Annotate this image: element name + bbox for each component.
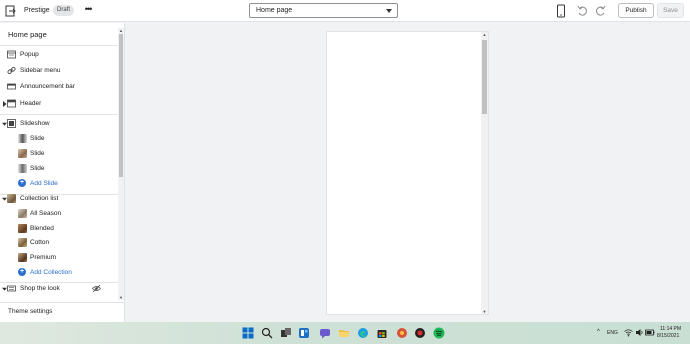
collection-thumbnail: [18, 224, 27, 233]
volume-icon[interactable]: [635, 328, 644, 337]
tray-chevron-up-icon[interactable]: ^: [597, 329, 600, 335]
edge-browser-icon[interactable]: [357, 327, 369, 339]
block-label: Premium: [30, 254, 57, 261]
preview-scrollbar[interactable]: ▲ ▼: [481, 32, 488, 314]
block-label: Slide: [30, 150, 45, 157]
shop-the-look-icon: [7, 285, 16, 292]
theme-settings-label: Theme settings: [8, 308, 53, 315]
section-label: Shop the look: [20, 285, 60, 292]
popup-icon: [7, 50, 16, 59]
app-icon[interactable]: [396, 327, 408, 339]
scroll-down-arrow-icon[interactable]: ▼: [481, 309, 488, 314]
announcement-icon: [7, 83, 16, 90]
block-collection[interactable]: Premium: [0, 251, 116, 265]
scroll-up-arrow-icon[interactable]: ▲: [481, 32, 488, 37]
block-label: Cotton: [30, 239, 50, 246]
section-popup[interactable]: Popup: [0, 48, 116, 62]
page-preview-frame[interactable]: ▲ ▼: [326, 31, 489, 315]
section-header[interactable]: Header: [0, 97, 116, 111]
top-bar: Prestige Draft ••• Home page Publish Sav…: [0, 0, 690, 22]
exit-icon[interactable]: [5, 5, 16, 17]
save-button[interactable]: Save: [657, 3, 684, 18]
windows-start-icon[interactable]: [242, 327, 254, 339]
add-collection-button[interactable]: + Add Collection: [0, 266, 116, 280]
windows-taskbar: ^ ENG 11:14 PM 8/15/2021: [0, 322, 690, 344]
chat-icon[interactable]: [319, 327, 331, 339]
eye-hidden-icon[interactable]: [92, 284, 101, 293]
scroll-up-arrow-icon[interactable]: ▲: [118, 28, 124, 33]
section-sidebar-menu[interactable]: Sidebar menu: [0, 64, 116, 78]
microsoft-store-icon[interactable]: [376, 327, 388, 339]
section-announcement-bar[interactable]: Announcement bar: [0, 80, 116, 94]
draft-badge: Draft: [53, 5, 75, 16]
clock-date[interactable]: 8/15/2021: [657, 333, 679, 339]
collection-thumbnail: [18, 238, 27, 247]
preview-scrollbar-thumb[interactable]: [482, 40, 487, 114]
collection-list-thumbnail: [7, 194, 16, 203]
publish-button[interactable]: Publish: [618, 3, 654, 18]
undo-icon[interactable]: [577, 5, 589, 17]
battery-icon[interactable]: [645, 328, 655, 337]
theme-settings-button[interactable]: Theme settings: [0, 302, 125, 322]
collection-thumbnail: [18, 253, 27, 262]
block-slide[interactable]: Slide: [0, 132, 116, 146]
header-icon: [7, 99, 16, 108]
app-icon[interactable]: [414, 327, 426, 339]
block-collection[interactable]: All Season: [0, 207, 116, 221]
sidebar-scrollbar-thumb[interactable]: [119, 34, 123, 177]
section-slideshow[interactable]: Slideshow: [0, 117, 116, 131]
block-label: Slide: [30, 135, 45, 142]
block-slide[interactable]: Slide: [0, 147, 116, 161]
block-label: Slide: [30, 165, 45, 172]
scroll-down-arrow-icon[interactable]: ▼: [118, 295, 124, 300]
add-collection-label: Add Collection: [30, 269, 72, 276]
link-icon: [7, 67, 16, 74]
block-collection[interactable]: Cotton: [0, 236, 116, 250]
section-label: Header: [20, 100, 42, 107]
block-label: Blended: [30, 225, 54, 232]
slideshow-icon: [7, 119, 16, 128]
section-label: Collection list: [20, 195, 59, 202]
add-slide-button[interactable]: + Add Slide: [0, 177, 116, 191]
plus-circle-icon: +: [18, 268, 26, 276]
section-label: Popup: [20, 51, 39, 58]
mobile-preview-icon[interactable]: [556, 4, 566, 18]
search-icon[interactable]: [261, 327, 273, 339]
file-explorer-icon[interactable]: [338, 327, 350, 339]
sidebar-title: Home page: [8, 30, 47, 39]
sidebar-scrollbar[interactable]: ▲ ▼: [118, 28, 124, 300]
spotify-icon[interactable]: [433, 327, 445, 339]
slide-thumbnail: [18, 164, 27, 173]
chevron-down-icon: [386, 9, 392, 13]
page-select-value: Home page: [256, 7, 293, 14]
wifi-icon[interactable]: [624, 328, 633, 337]
collection-thumbnail: [18, 209, 27, 218]
section-shop-the-look[interactable]: Shop the look: [0, 282, 116, 296]
clock-time[interactable]: 11:14 PM: [660, 326, 681, 332]
block-collection[interactable]: Blended: [0, 222, 116, 236]
block-slide[interactable]: Slide: [0, 162, 116, 176]
redo-icon[interactable]: [594, 5, 606, 17]
section-label: Announcement bar: [20, 83, 75, 90]
section-label: Slideshow: [20, 120, 50, 127]
divider: [0, 45, 118, 46]
page-select[interactable]: Home page: [249, 3, 398, 18]
language-indicator[interactable]: ENG: [607, 330, 618, 336]
section-collection-list[interactable]: Collection list: [0, 192, 116, 206]
section-label: Sidebar menu: [20, 67, 61, 74]
slide-thumbnail: [18, 134, 27, 143]
sections-sidebar: Home page Popup Sidebar menu Announcemen…: [0, 23, 125, 322]
plus-circle-icon: +: [18, 179, 26, 187]
task-view-icon[interactable]: [280, 327, 292, 339]
theme-name: Prestige: [24, 7, 50, 14]
divider: [0, 114, 118, 115]
more-actions-button[interactable]: •••: [82, 4, 94, 16]
widgets-icon[interactable]: [298, 327, 310, 339]
slide-thumbnail: [18, 149, 27, 158]
block-label: All Season: [30, 210, 62, 217]
add-slide-label: Add Slide: [30, 180, 58, 187]
